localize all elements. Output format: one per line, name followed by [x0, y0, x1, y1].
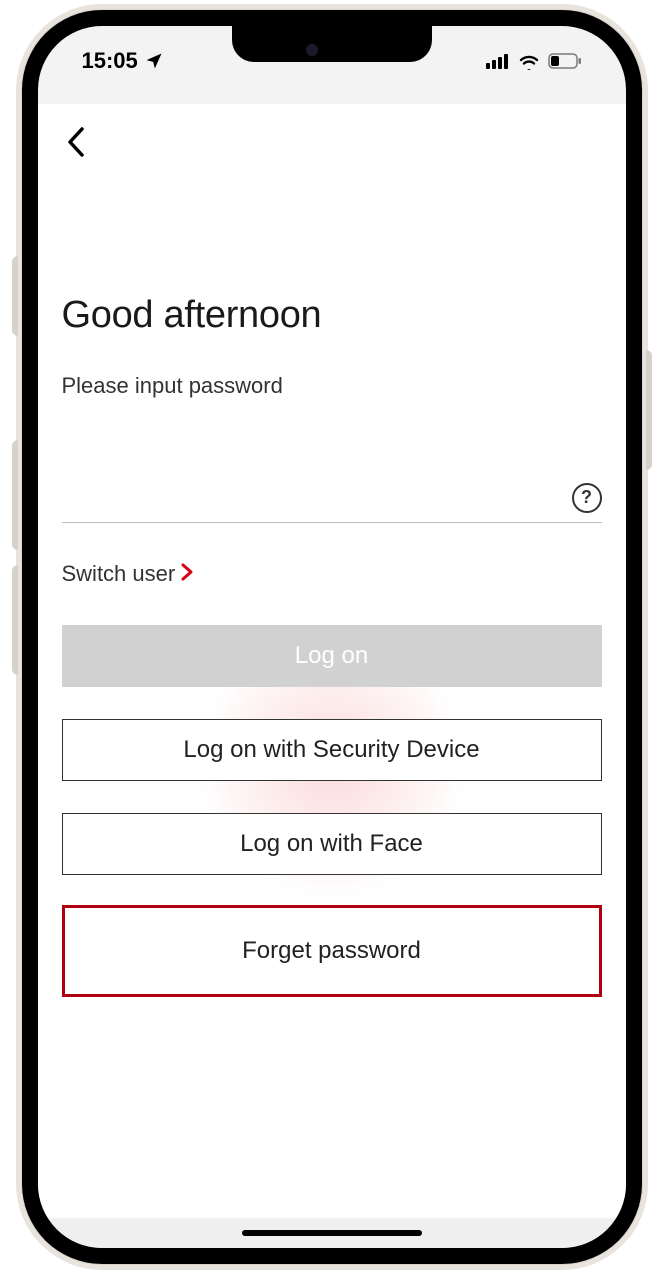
- front-camera: [306, 44, 318, 56]
- password-prompt: Please input password: [62, 373, 602, 399]
- status-time: 15:05: [82, 48, 138, 74]
- password-input[interactable]: [62, 479, 572, 522]
- phone-screen: 15:05: [38, 26, 626, 1248]
- header-band: [38, 82, 626, 104]
- switch-user-link[interactable]: Switch user: [62, 561, 196, 587]
- forget-password-button[interactable]: Forget password: [62, 905, 602, 997]
- login-content: Good afternoon Please input password ? S…: [38, 184, 626, 997]
- greeting-title: Good afternoon: [62, 294, 602, 337]
- chevron-left-icon: [65, 126, 87, 163]
- location-arrow-icon: [144, 51, 164, 71]
- wifi-icon: [517, 52, 541, 70]
- back-button[interactable]: [54, 122, 98, 166]
- battery-icon: [548, 53, 582, 69]
- logon-face-button[interactable]: Log on with Face: [62, 813, 602, 875]
- status-right: [486, 52, 582, 70]
- logon-button[interactable]: Log on: [62, 625, 602, 687]
- phone-device-frame: 15:05: [22, 10, 642, 1264]
- logon-security-device-button[interactable]: Log on with Security Device: [62, 719, 602, 781]
- password-row: ?: [62, 479, 602, 523]
- question-mark-icon: ?: [581, 487, 592, 508]
- app-surface: Good afternoon Please input password ? S…: [38, 104, 626, 1218]
- app-header: [38, 104, 626, 184]
- notch: [232, 26, 432, 62]
- signal-icon: [486, 53, 510, 69]
- status-left: 15:05: [82, 48, 164, 74]
- button-stack: Log on Log on with Security Device Log o…: [62, 625, 602, 997]
- chevron-right-icon: [179, 562, 195, 587]
- password-help-button[interactable]: ?: [572, 483, 602, 513]
- switch-user-label: Switch user: [62, 561, 176, 587]
- home-indicator[interactable]: [242, 1230, 422, 1236]
